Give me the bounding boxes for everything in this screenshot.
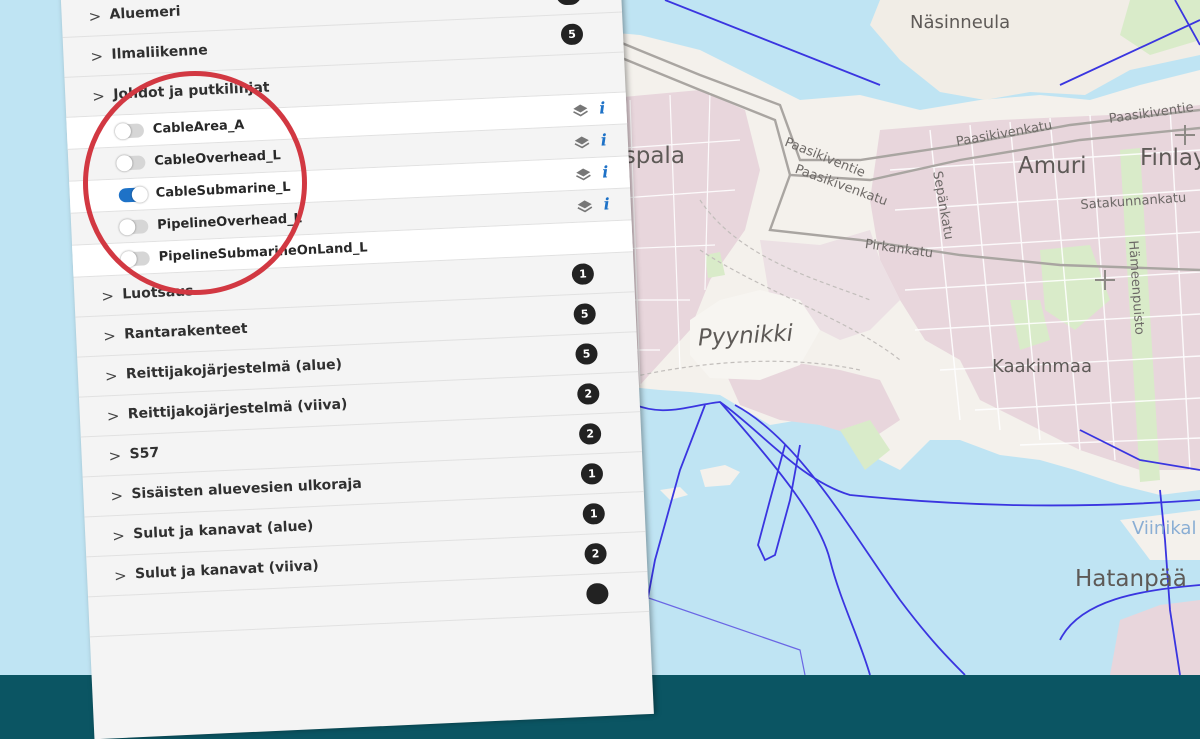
layer-count-badge: 12	[555, 0, 582, 6]
layer-count-badge: 5	[573, 303, 597, 326]
chevron-right-icon: >	[90, 47, 104, 66]
info-icon[interactable]: i	[599, 98, 606, 117]
layer-count-badge: 1	[580, 462, 604, 485]
category-label: Rantarakenteet	[123, 320, 248, 343]
category-label: Aluemeri	[109, 3, 181, 23]
info-icon[interactable]: i	[602, 162, 609, 181]
chevron-right-icon: >	[108, 446, 122, 466]
highlight-annotation-circle	[83, 71, 307, 295]
category-label: Sulut ja kanavat (viiva)	[134, 557, 320, 583]
layer-count-badge: 2	[584, 542, 608, 565]
category-label: S57	[129, 444, 160, 463]
chevron-right-icon: >	[110, 486, 124, 506]
category-label: Reittijakojärjestelmä (viiva)	[127, 396, 348, 423]
layer-count-badge: 5	[575, 343, 598, 365]
layer-count-badge: 1	[582, 502, 606, 525]
layers-stack-icon[interactable]	[577, 199, 594, 214]
category-label: Sisäisten aluevesien ulkoraja	[131, 475, 363, 503]
chevron-right-icon: >	[111, 526, 126, 546]
layer-count-badge: 2	[578, 422, 602, 445]
layers-stack-icon[interactable]	[574, 135, 591, 150]
layer-count-badge: 2	[576, 382, 600, 405]
chevron-right-icon: >	[91, 87, 106, 106]
layers-stack-icon[interactable]	[572, 103, 589, 118]
category-label: Reittijakojärjestelmä (alue)	[125, 356, 343, 383]
chevron-right-icon: >	[102, 326, 117, 346]
chevron-right-icon: >	[106, 406, 120, 426]
chevron-right-icon: >	[100, 286, 115, 306]
layer-count-badge	[585, 582, 609, 605]
layer-count-badge: 5	[560, 23, 584, 46]
info-icon[interactable]: i	[600, 130, 607, 149]
chevron-right-icon: >	[104, 366, 119, 386]
chevron-right-icon: >	[88, 7, 102, 26]
layer-count-badge: 1	[571, 263, 595, 286]
category-label: Ilmaliikenne	[111, 42, 209, 63]
chevron-right-icon: >	[113, 566, 128, 586]
category-label: Sulut ja kanavat (alue)	[132, 518, 314, 543]
layers-stack-icon[interactable]	[575, 167, 592, 182]
info-icon[interactable]: i	[603, 194, 610, 213]
